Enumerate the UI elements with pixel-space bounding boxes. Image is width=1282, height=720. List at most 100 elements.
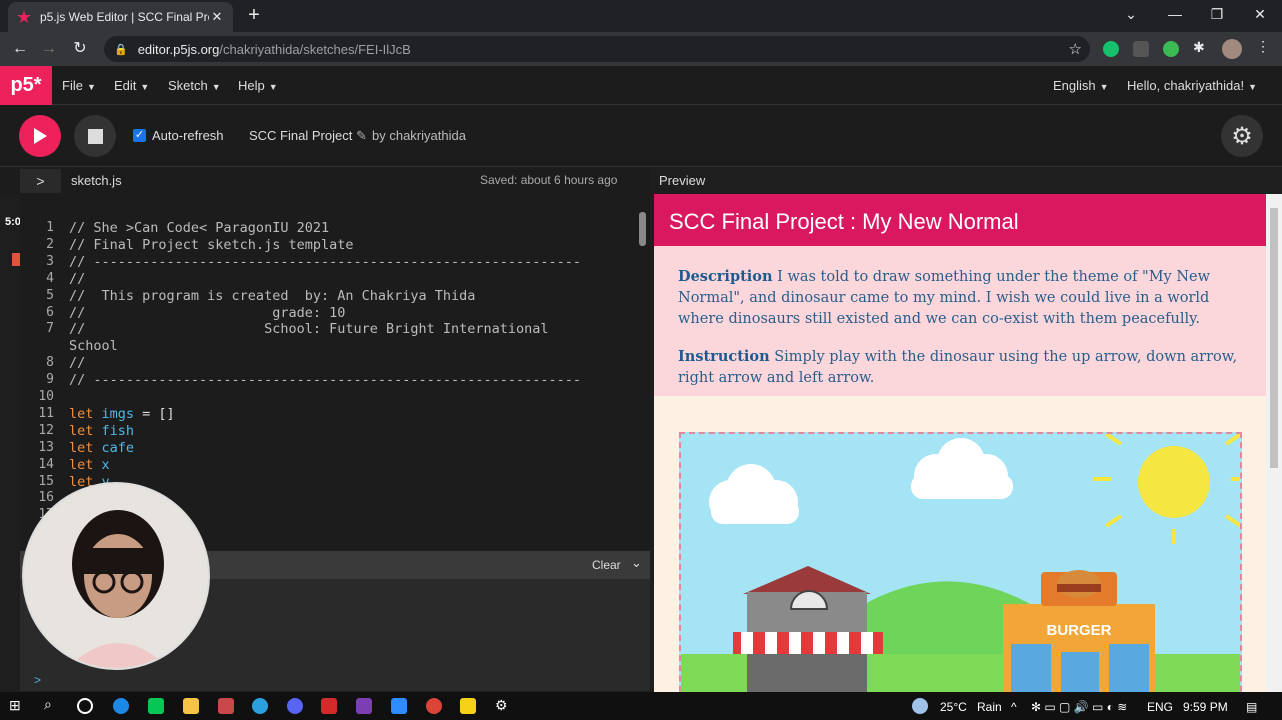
- code-line[interactable]: let fish: [69, 423, 134, 439]
- browser-menu-icon[interactable]: ⋮: [1256, 38, 1272, 54]
- line-number: 10: [38, 389, 54, 404]
- code-line[interactable]: //: [69, 355, 85, 371]
- close-window-icon[interactable]: ✕: [1245, 4, 1275, 24]
- line-number: 13: [38, 439, 54, 455]
- code-line[interactable]: let cafe: [69, 440, 134, 456]
- search-icon[interactable]: ⌕: [44, 696, 60, 712]
- profile-avatar[interactable]: [1222, 39, 1242, 59]
- p5-logo[interactable]: p5*: [0, 66, 52, 105]
- browser-tab[interactable]: p5.js Web Editor | SCC Final Proje ✕: [8, 2, 233, 32]
- onenote-icon[interactable]: [356, 698, 372, 714]
- code-line[interactable]: // -------------------------------------…: [69, 372, 581, 388]
- editor-scrollbar[interactable]: [636, 196, 648, 548]
- cortana-icon[interactable]: [77, 698, 93, 714]
- variable: fish: [101, 422, 135, 439]
- console-prompt[interactable]: >: [34, 673, 41, 687]
- line-number: 5: [46, 287, 54, 303]
- grammarly-extension-icon[interactable]: [1103, 41, 1119, 57]
- app-icon[interactable]: [218, 698, 234, 714]
- chrome-icon[interactable]: [426, 698, 442, 714]
- code-line[interactable]: // grade: 10: [69, 305, 345, 321]
- minimize-icon[interactable]: —: [1160, 4, 1190, 24]
- chevron-down-icon: ▼: [86, 82, 96, 92]
- auto-refresh-checkbox[interactable]: ✓: [133, 129, 146, 142]
- bookmark-star-icon[interactable]: ☆: [1069, 40, 1082, 58]
- auto-refresh-toggle[interactable]: ✓ Auto-refresh: [133, 128, 224, 143]
- file-name[interactable]: sketch.js: [71, 173, 122, 188]
- code-line[interactable]: // School: Future Bright International: [69, 321, 549, 337]
- preview-title-bar: SCC Final Project : My New Normal: [654, 194, 1266, 246]
- play-button[interactable]: [19, 115, 61, 157]
- menu-file[interactable]: File ▼: [62, 78, 96, 93]
- stop-button[interactable]: [74, 115, 116, 157]
- weather-condition[interactable]: Rain: [977, 700, 1002, 714]
- tab-search-icon[interactable]: ⌄: [1116, 4, 1146, 24]
- url-domain: editor.p5js.org: [137, 41, 220, 57]
- weather-temperature[interactable]: 25°C: [940, 700, 967, 714]
- code-line[interactable]: // -------------------------------------…: [69, 254, 581, 270]
- address-bar[interactable]: 🔒 editor.p5js.org/chakriyathida/sketches…: [104, 36, 1090, 62]
- notifications-icon[interactable]: ▤: [1246, 700, 1257, 714]
- input-language[interactable]: ENG: [1147, 700, 1173, 714]
- tab-close-icon[interactable]: ✕: [209, 9, 225, 25]
- settings-gear-icon[interactable]: ⚙: [495, 697, 511, 713]
- code-line[interactable]: //: [69, 271, 85, 287]
- reload-icon[interactable]: ↻: [69, 38, 91, 60]
- file-explorer-icon[interactable]: [183, 698, 199, 714]
- line-icon[interactable]: [148, 698, 164, 714]
- show-hidden-icons-icon[interactable]: ^: [1011, 700, 1017, 714]
- maximize-icon[interactable]: ❐: [1202, 4, 1232, 24]
- system-tray-icons[interactable]: ✻ ▭ ▢ 🔊 ▭ ◐ ≋: [1031, 700, 1127, 714]
- keyword: let: [69, 422, 102, 439]
- extension-leaf-icon[interactable]: [1163, 41, 1179, 57]
- variable: x: [101, 456, 110, 473]
- forward-icon[interactable]: →: [38, 38, 60, 60]
- back-icon[interactable]: ←: [9, 38, 31, 60]
- line-number: 6: [46, 304, 54, 320]
- discord-icon[interactable]: [287, 698, 303, 714]
- code-line[interactable]: // She >Can Code< ParagonIU 2021: [69, 220, 329, 236]
- clock-time[interactable]: 9:59 PM: [1183, 700, 1228, 714]
- windows-start-icon[interactable]: ⊞: [9, 697, 25, 713]
- weather-rain-icon[interactable]: [912, 698, 928, 714]
- language-dropdown[interactable]: English ▼: [1053, 78, 1109, 93]
- p5-favicon-icon: [16, 9, 32, 25]
- line-number: 4: [46, 270, 54, 286]
- sketch-preview[interactable]: SCC Final Project : My New Normal Descri…: [654, 194, 1266, 692]
- menu-sketch[interactable]: Sketch ▼: [168, 78, 221, 93]
- settings-button[interactable]: ⚙: [1221, 115, 1263, 157]
- keyword: let: [69, 405, 102, 422]
- description-label: Description: [678, 268, 773, 285]
- project-name[interactable]: SCC Final Project ✎: [249, 128, 367, 144]
- new-tab-icon[interactable]: +: [244, 5, 264, 25]
- line-number: 8: [46, 355, 54, 371]
- acrobat-icon[interactable]: [321, 698, 337, 714]
- sticky-notes-icon[interactable]: [460, 698, 476, 714]
- extensions-puzzle-icon[interactable]: ✱: [1193, 39, 1209, 55]
- extension-icon[interactable]: [1133, 41, 1149, 57]
- pencil-icon[interactable]: ✎: [356, 128, 367, 143]
- browser-toolbar: ← → ↻ 🔒 editor.p5js.org/chakriyathida/sk…: [0, 32, 1282, 66]
- user-menu[interactable]: Hello, chakriyathida! ▼: [1127, 78, 1257, 93]
- chevron-down-icon: ▼: [211, 82, 221, 92]
- chevron-down-icon[interactable]: ⌄: [631, 555, 642, 571]
- code-line[interactable]: // Final Project sketch.js template: [69, 237, 353, 253]
- code-line[interactable]: // This program is created by: An Chakri…: [69, 288, 475, 304]
- preview-description-box: Description I was told to draw something…: [654, 246, 1266, 396]
- preview-scrollbar[interactable]: [1266, 194, 1282, 692]
- edge-icon[interactable]: [113, 698, 129, 714]
- zoom-icon[interactable]: [391, 698, 407, 714]
- code-line[interactable]: School: [69, 338, 118, 354]
- menu-help[interactable]: Help ▼: [238, 78, 278, 93]
- variable: cafe: [101, 439, 135, 456]
- code-line[interactable]: let imgs = []: [69, 406, 175, 422]
- line-number: 11: [38, 405, 54, 421]
- code-line[interactable]: let x: [69, 457, 110, 473]
- instruction-label: Instruction: [678, 348, 770, 365]
- console-clear-button[interactable]: Clear: [592, 558, 621, 572]
- instruction-paragraph: Instruction Simply play with the dinosau…: [678, 346, 1238, 389]
- telegram-icon[interactable]: [252, 698, 268, 714]
- expand-sidebar-icon[interactable]: >: [20, 169, 61, 193]
- menu-edit[interactable]: Edit ▼: [114, 78, 149, 93]
- sketch-canvas[interactable]: BURGER: [679, 432, 1242, 692]
